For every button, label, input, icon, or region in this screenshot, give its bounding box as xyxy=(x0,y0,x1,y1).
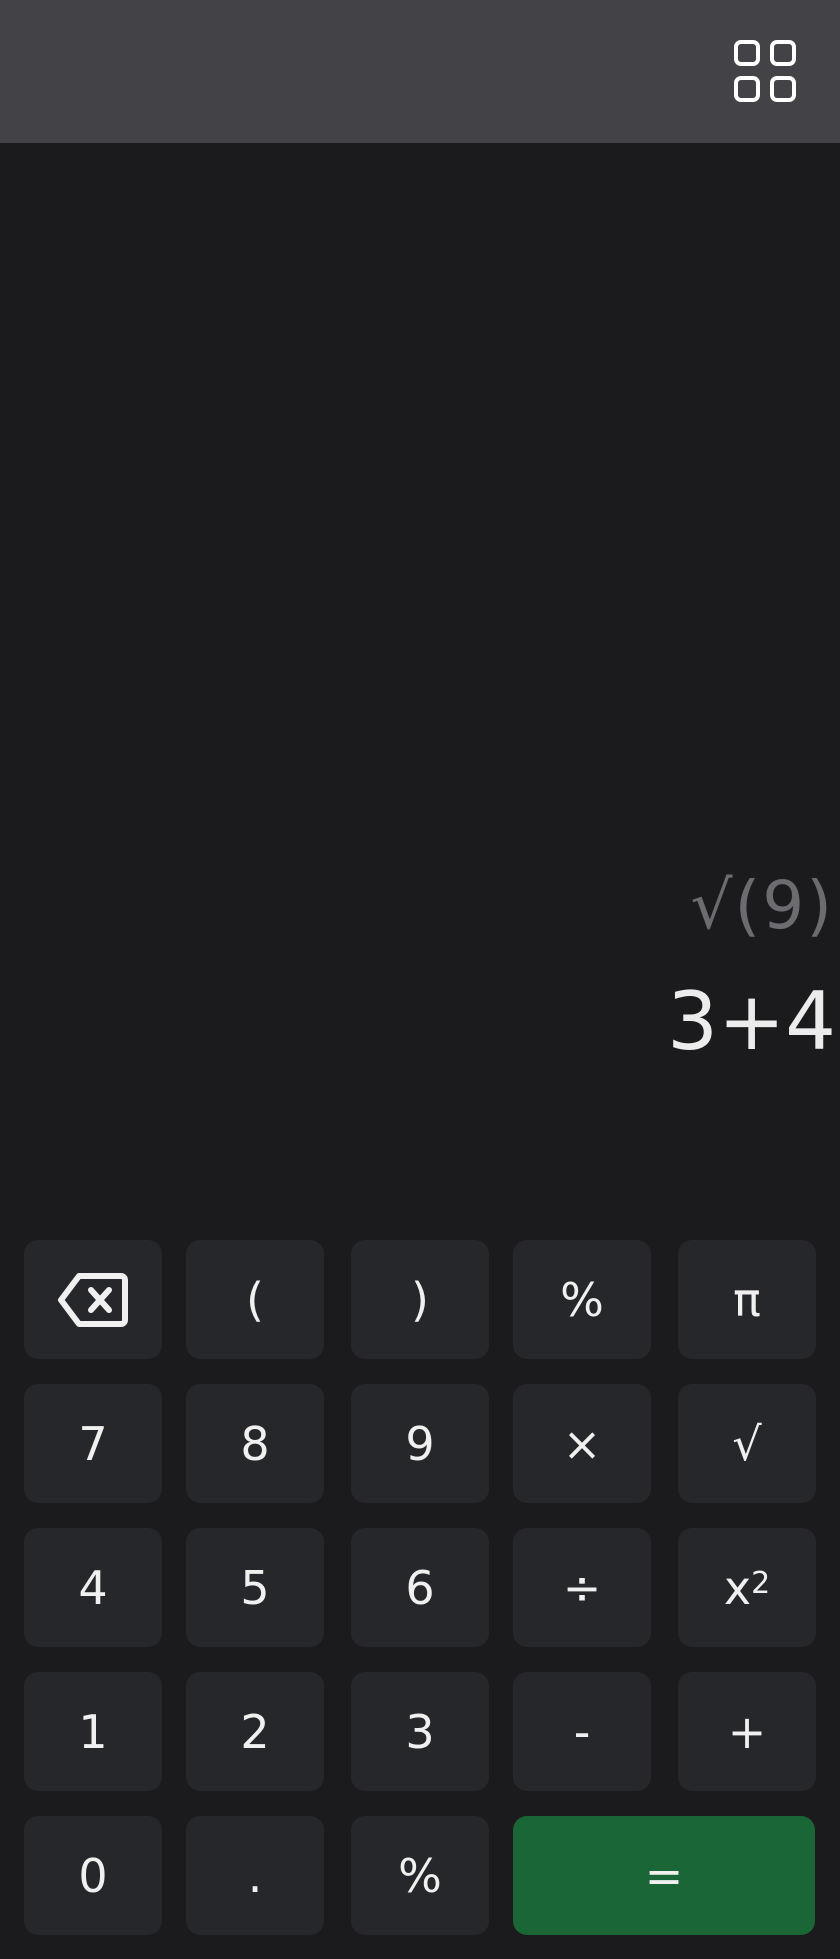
plus-button[interactable]: + xyxy=(678,1672,816,1791)
square-button[interactable]: x2 xyxy=(678,1528,816,1647)
digit-1-button[interactable]: 1 xyxy=(24,1672,162,1791)
square-base-label: x xyxy=(723,1560,752,1615)
digit-7-button[interactable]: 7 xyxy=(24,1384,162,1503)
digit-2-button[interactable]: 2 xyxy=(186,1672,324,1791)
digit-3-button[interactable]: 3 xyxy=(351,1672,489,1791)
digit-6-button[interactable]: 6 xyxy=(351,1528,489,1647)
sqrt-button[interactable]: √ xyxy=(678,1384,816,1503)
digit-5-button[interactable]: 5 xyxy=(186,1528,324,1647)
percent-bottom-button[interactable]: % xyxy=(351,1816,489,1935)
digit-4-button[interactable]: 4 xyxy=(24,1528,162,1647)
top-bar xyxy=(0,0,840,143)
digit-9-button[interactable]: 9 xyxy=(351,1384,489,1503)
grid-icon[interactable] xyxy=(730,36,800,106)
open-paren-button[interactable]: ( xyxy=(186,1240,324,1359)
digit-0-button[interactable]: 0 xyxy=(24,1816,162,1935)
decimal-point-button[interactable]: . xyxy=(186,1816,324,1935)
equals-button[interactable]: = xyxy=(513,1816,815,1935)
square-exponent-label: 2 xyxy=(751,1566,771,1601)
pi-button[interactable]: π xyxy=(678,1240,816,1359)
backspace-icon xyxy=(58,1272,128,1327)
expression-text: √(9) xyxy=(690,867,834,944)
digit-8-button[interactable]: 8 xyxy=(186,1384,324,1503)
close-paren-button[interactable]: ) xyxy=(351,1240,489,1359)
percent-button[interactable]: % xyxy=(513,1240,651,1359)
minus-button[interactable]: - xyxy=(513,1672,651,1791)
backspace-button[interactable] xyxy=(24,1240,162,1359)
result-text: 3+4 xyxy=(667,975,836,1068)
divide-button[interactable]: ÷ xyxy=(513,1528,651,1647)
multiply-button[interactable]: × xyxy=(513,1384,651,1503)
